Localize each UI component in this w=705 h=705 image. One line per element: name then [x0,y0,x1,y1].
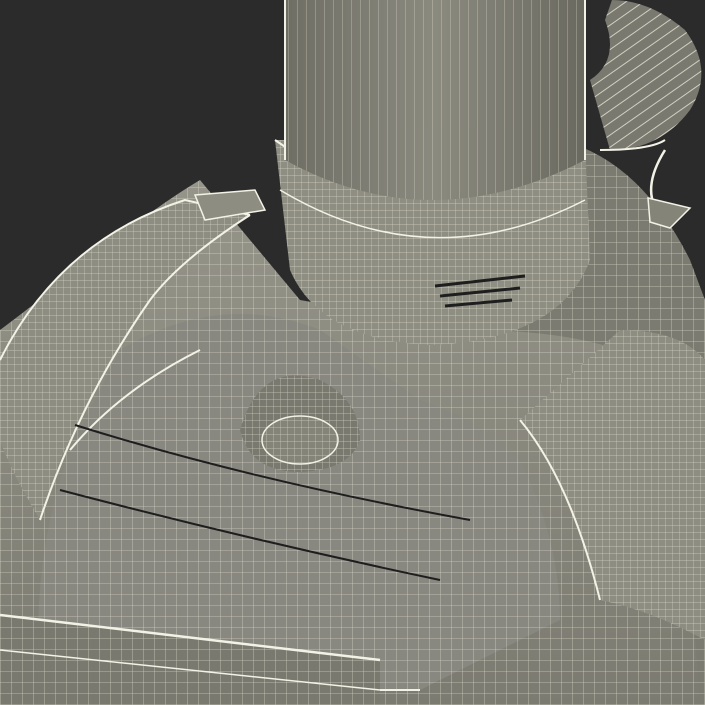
wireframe-render [0,0,705,705]
dust-column [284,0,586,200]
